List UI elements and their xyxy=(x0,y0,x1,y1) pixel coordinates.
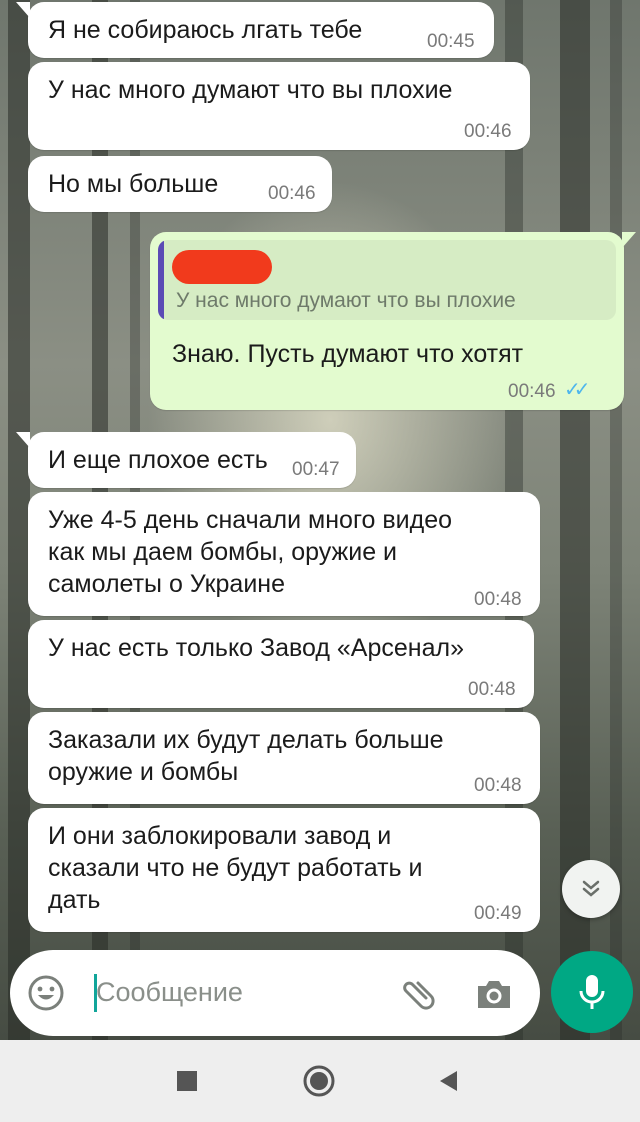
message-time: 00:49 xyxy=(474,903,522,924)
camera-button[interactable] xyxy=(472,972,516,1016)
message-text: Я не собираюсь лгать тебе xyxy=(48,16,363,44)
emoji-button[interactable] xyxy=(26,973,66,1013)
message-bubble-incoming[interactable]: Уже 4-5 день сначали много видео как мы … xyxy=(28,492,540,616)
recent-apps-icon xyxy=(177,1071,197,1091)
system-navigation-bar xyxy=(0,1040,640,1122)
home-icon xyxy=(303,1065,335,1097)
message-text: Знаю. Пусть думают что хотят xyxy=(172,340,524,368)
message-bubble-incoming[interactable]: И еще плохое есть 00:47 xyxy=(16,432,356,488)
message-list[interactable]: Я не собираюсь лгать тебе 00:45 У нас мн… xyxy=(0,0,640,940)
message-text: И они заблокировали завод и сказали что … xyxy=(48,822,423,914)
message-time: 00:48 xyxy=(474,775,522,796)
message-time: 00:48 xyxy=(468,679,516,700)
voice-message-button[interactable] xyxy=(551,951,633,1033)
double-chevron-down-icon xyxy=(582,880,600,897)
message-time: 00:46 xyxy=(464,121,512,142)
message-bubble-incoming[interactable]: Я не собираюсь лгать тебе 00:45 xyxy=(16,2,494,58)
attach-button[interactable] xyxy=(396,972,440,1016)
attach-icon xyxy=(403,981,435,1010)
back-button[interactable] xyxy=(432,1064,466,1098)
quoted-message-text: У нас много думают что вы плохие xyxy=(176,289,516,312)
message-bubble-outgoing[interactable]: У нас много думают что вы плохие Знаю. П… xyxy=(150,232,636,410)
recent-apps-button[interactable] xyxy=(170,1064,204,1098)
emoji-icon xyxy=(28,975,64,1011)
message-composer[interactable]: Сообщение xyxy=(10,950,540,1036)
message-time: 00:46 xyxy=(268,183,316,204)
message-bubble-incoming[interactable]: Заказали их будут делать больше оружие и… xyxy=(28,712,540,804)
mic-icon xyxy=(579,975,605,1009)
message-text: Уже 4-5 день сначали много видео как мы … xyxy=(48,506,453,598)
message-text: Заказали их будут делать больше оружие и… xyxy=(48,726,444,786)
message-bubble-incoming[interactable]: И они заблокировали завод и сказали что … xyxy=(28,808,540,932)
message-input[interactable]: Сообщение xyxy=(96,976,243,1008)
message-time: 00:45 xyxy=(427,31,475,52)
scroll-to-bottom-button[interactable] xyxy=(562,860,620,918)
message-time: 00:46 xyxy=(508,381,556,402)
message-time: 00:48 xyxy=(474,589,522,610)
message-text: И еще плохое есть xyxy=(48,446,268,474)
message-bubble-incoming[interactable]: У нас много думают что вы плохие 00:46 xyxy=(28,62,530,150)
home-button[interactable] xyxy=(300,1062,338,1100)
message-text: У нас много думают что вы плохие xyxy=(48,76,453,104)
reply-quote[interactable]: У нас много думают что вы плохие xyxy=(158,240,616,320)
message-text: Но мы больше xyxy=(48,170,219,198)
message-time: 00:47 xyxy=(292,459,340,480)
quote-bar xyxy=(158,240,164,320)
read-receipt-icon: ✓✓ xyxy=(564,379,590,401)
message-text: У нас есть только Завод «Арсенал» xyxy=(48,634,464,662)
redacted-author-name xyxy=(172,250,272,284)
message-bubble-incoming[interactable]: Но мы больше 00:46 xyxy=(28,156,332,212)
message-bubble-incoming[interactable]: У нас есть только Завод «Арсенал» 00:48 xyxy=(28,620,534,708)
camera-icon xyxy=(478,981,510,1008)
back-icon xyxy=(440,1071,457,1091)
